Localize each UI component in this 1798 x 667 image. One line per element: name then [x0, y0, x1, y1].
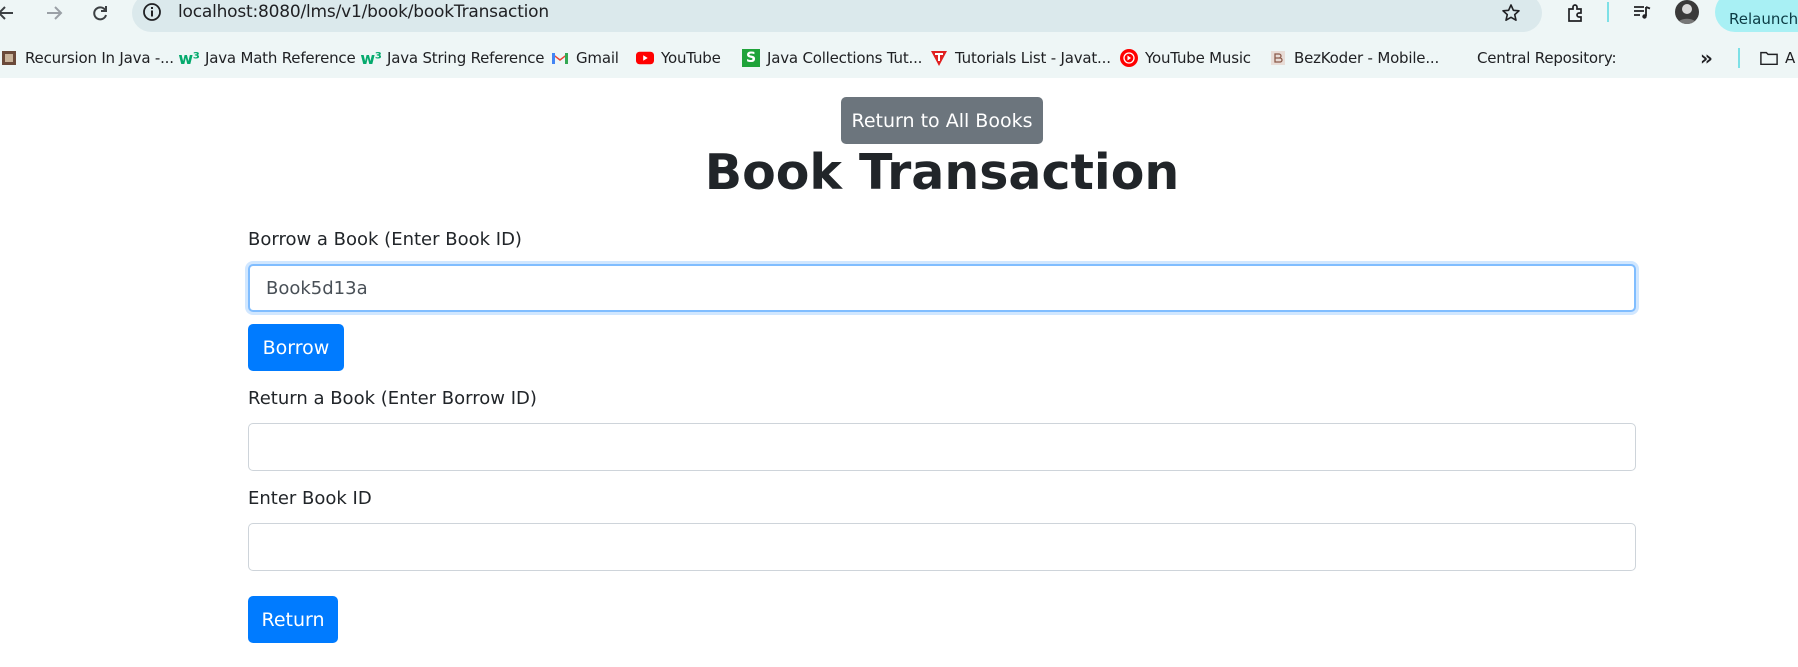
url-text[interactable]: localhost:8080/lms/v1/book/bookTransacti…: [178, 2, 549, 22]
bookmark-item[interactable]: S Java Collections Tut...: [742, 48, 922, 68]
more-bookmarks-icon[interactable]: »: [1700, 46, 1713, 70]
relaunch-button[interactable]: Relaunch t: [1715, 0, 1798, 32]
profile-avatar[interactable]: [1675, 0, 1699, 24]
bookmark-label: A: [1785, 49, 1796, 67]
return-label: Return a Book (Enter Borrow ID): [248, 388, 537, 409]
bookmark-label: Central Repository:: [1477, 49, 1617, 67]
bookmark-item[interactable]: A: [1760, 48, 1795, 68]
bookmark-label: Recursion In Java -...: [25, 49, 174, 67]
forward-arrow-icon[interactable]: [40, 0, 68, 26]
return-button[interactable]: Return: [248, 596, 338, 643]
borrow-book-id-input[interactable]: [248, 264, 1636, 312]
borrow-label: Borrow a Book (Enter Book ID): [248, 229, 522, 250]
toolbar-divider: [1607, 2, 1609, 22]
bookmark-item[interactable]: Central Repository:: [1477, 48, 1617, 68]
bezkoder-icon: [1269, 49, 1287, 67]
extensions-icon[interactable]: [1561, 0, 1589, 26]
bookmark-label: Gmail: [576, 49, 619, 67]
bookmark-item[interactable]: YouTube Music: [1120, 48, 1251, 68]
bookmark-item[interactable]: Tutorials List - Javat...: [930, 48, 1111, 68]
bookmark-item[interactable]: BezKoder - Mobile...: [1269, 48, 1439, 68]
bookmark-star-icon[interactable]: [1498, 0, 1524, 26]
browser-toolbar: localhost:8080/lms/v1/book/bookTransacti…: [0, 0, 1798, 38]
image-favicon-icon: [0, 49, 18, 67]
bookmark-item[interactable]: Recursion In Java -...: [0, 48, 174, 68]
gmail-icon: [551, 49, 569, 67]
bookmark-label: Java Collections Tut...: [767, 49, 923, 67]
site-info-icon[interactable]: [140, 0, 164, 24]
back-arrow-icon[interactable]: [0, 0, 20, 26]
s-green-icon: S: [742, 49, 760, 67]
youtube-music-icon: [1120, 49, 1138, 67]
page-title: Book Transaction: [704, 144, 1180, 201]
bookmark-item[interactable]: w³ Java String Reference: [360, 48, 545, 68]
bookmark-label: Tutorials List - Javat...: [955, 49, 1111, 67]
bookmark-label: BezKoder - Mobile...: [1294, 49, 1440, 67]
t-red-icon: [930, 49, 948, 67]
return-to-all-books-button[interactable]: Return to All Books: [841, 97, 1043, 144]
borrow-button[interactable]: Borrow: [248, 324, 344, 371]
bookmark-item[interactable]: YouTube: [636, 48, 721, 68]
bookmarks-divider: [1738, 48, 1740, 68]
folder-icon: [1760, 49, 1778, 67]
bookmark-label: Java String Reference: [387, 49, 545, 67]
bookmark-label: Java Math Reference: [205, 49, 356, 67]
bookmark-label: YouTube: [661, 49, 721, 67]
w3schools-icon: w³: [178, 48, 200, 68]
bookmark-item[interactable]: Gmail: [551, 48, 619, 68]
bookmark-label: YouTube Music: [1145, 49, 1251, 67]
youtube-icon: [636, 49, 654, 67]
w3schools-icon: w³: [360, 48, 382, 68]
book-id-label: Enter Book ID: [248, 488, 372, 509]
bookmark-item[interactable]: w³ Java Math Reference: [178, 48, 356, 68]
borrow-id-input[interactable]: [248, 423, 1636, 471]
book-id-input[interactable]: [248, 523, 1636, 571]
reload-icon[interactable]: [86, 0, 114, 26]
bookmarks-bar: Recursion In Java -... w³ Java Math Refe…: [0, 38, 1798, 78]
media-queue-icon[interactable]: [1628, 0, 1656, 26]
